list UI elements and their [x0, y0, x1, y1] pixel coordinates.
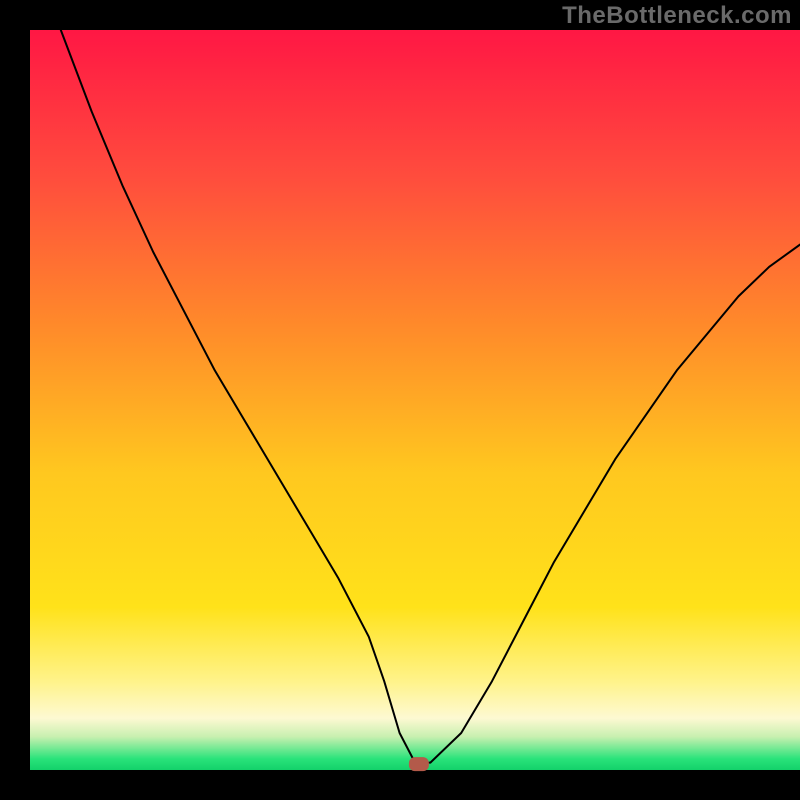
chart-canvas [0, 0, 800, 800]
chart-background [30, 30, 800, 770]
optimum-marker [409, 757, 429, 771]
bottleneck-chart: TheBottleneck.com [0, 0, 800, 800]
watermark-text: TheBottleneck.com [562, 2, 792, 30]
